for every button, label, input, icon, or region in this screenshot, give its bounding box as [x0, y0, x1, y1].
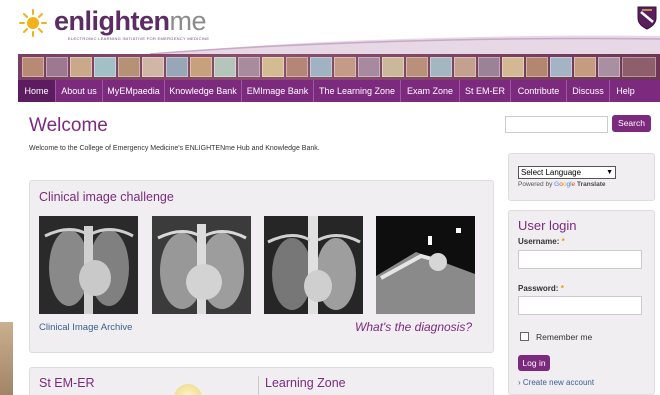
- xray-image-3[interactable]: [264, 216, 363, 314]
- banner-tile: [286, 57, 308, 77]
- password-label: Password: *: [518, 284, 564, 293]
- log-in-button[interactable]: Log in: [518, 355, 550, 371]
- language-select-value: Select Language: [521, 168, 582, 177]
- nav-help[interactable]: Help: [609, 80, 641, 102]
- nav-discuss[interactable]: Discuss: [566, 80, 609, 102]
- banner-tile: [22, 57, 44, 77]
- banner-tile: [94, 57, 116, 77]
- st-em-er-panel: [29, 367, 494, 395]
- banner-tile: [142, 57, 164, 77]
- banner-tile: [406, 57, 428, 77]
- banner-tile: [214, 57, 236, 77]
- xray-image-1[interactable]: [39, 216, 138, 314]
- banner-tile: [622, 57, 656, 77]
- banner-tile: [46, 57, 68, 77]
- banner-tile: [166, 57, 188, 77]
- college-crest-icon: [637, 6, 657, 30]
- password-label-text: Password:: [518, 284, 559, 293]
- banner-tile: [478, 57, 500, 77]
- banner-tile: [382, 57, 404, 77]
- banner-tile: [334, 57, 356, 77]
- main-nav: Home About us MyEMpaedia Knowledge Bank …: [18, 80, 660, 102]
- banner-tile: [190, 57, 212, 77]
- banner-tile: [574, 57, 596, 77]
- xray-image-4[interactable]: [376, 216, 475, 314]
- user-login-title: User login: [518, 218, 577, 233]
- google-translate-credit[interactable]: Powered by Google Translate: [518, 181, 606, 188]
- whats-the-diagnosis-link[interactable]: What's the diagnosis?: [355, 320, 472, 334]
- clinical-image-title: Clinical image challenge: [39, 190, 174, 204]
- banner-tile: [526, 57, 548, 77]
- google-letter: e: [571, 181, 576, 188]
- remember-me-label[interactable]: Remember me: [536, 332, 592, 342]
- chevron-down-icon: ▼: [606, 169, 613, 176]
- side-photo: [0, 322, 13, 395]
- intro-text: Welcome to the College of Emergency Medi…: [29, 145, 320, 152]
- nav-knowledge-bank[interactable]: Knowledge Bank: [164, 80, 241, 102]
- header-banner: [18, 54, 660, 80]
- create-account-link[interactable]: › Create new account: [518, 378, 594, 387]
- search-button[interactable]: Search: [612, 115, 651, 132]
- nav-emimage-bank[interactable]: EMImage Bank: [241, 80, 313, 102]
- st-em-er-title: St EM-ER: [39, 376, 95, 390]
- banner-tile: [598, 57, 620, 77]
- page-title: Welcome: [29, 115, 108, 136]
- page: enlightenme ELECTRONIC LEARNING INITIATI…: [0, 0, 660, 395]
- xray-image-2[interactable]: [152, 216, 251, 314]
- password-field[interactable]: [518, 296, 642, 315]
- nav-st-em-er[interactable]: St EM-ER: [459, 80, 510, 102]
- nav-home[interactable]: Home: [18, 80, 55, 102]
- header-swoosh: [150, 35, 660, 56]
- panel-divider: [258, 376, 259, 395]
- banner-tile: [502, 57, 524, 77]
- banner-tile: [310, 57, 332, 77]
- nav-contribute[interactable]: Contribute: [510, 80, 566, 102]
- sun-logo-icon: [19, 9, 47, 37]
- required-marker: *: [560, 284, 564, 293]
- clinical-image-archive-link[interactable]: Clinical Image Archive: [39, 322, 132, 333]
- powered-by-text: Powered by: [518, 181, 553, 188]
- create-account-text: Create new account: [522, 378, 595, 387]
- learning-zone-title: Learning Zone: [265, 376, 346, 390]
- banner-tile: [430, 57, 452, 77]
- required-marker: *: [561, 237, 565, 246]
- nav-myempaedia[interactable]: MyEMpaedia: [102, 80, 164, 102]
- banner-tile: [238, 57, 260, 77]
- banner-tile: [262, 57, 284, 77]
- banner-tile: [454, 57, 476, 77]
- translate-text: Translate: [576, 181, 606, 188]
- banner-tile: [118, 57, 140, 77]
- nav-about-us[interactable]: About us: [55, 80, 102, 102]
- username-label-text: Username:: [518, 237, 560, 246]
- banner-tile: [358, 57, 380, 77]
- banner-tile: [70, 57, 92, 77]
- username-field[interactable]: [518, 250, 642, 269]
- remember-me-checkbox[interactable]: [520, 332, 529, 341]
- nav-exam-zone[interactable]: Exam Zone: [400, 80, 459, 102]
- nav-learning-zone[interactable]: The Learning Zone: [313, 80, 400, 102]
- language-select[interactable]: Select Language ▼: [518, 166, 616, 179]
- username-label: Username: *: [518, 237, 565, 246]
- chevron-right-icon: ›: [518, 378, 521, 387]
- banner-tile: [550, 57, 572, 77]
- search-input[interactable]: [505, 116, 608, 133]
